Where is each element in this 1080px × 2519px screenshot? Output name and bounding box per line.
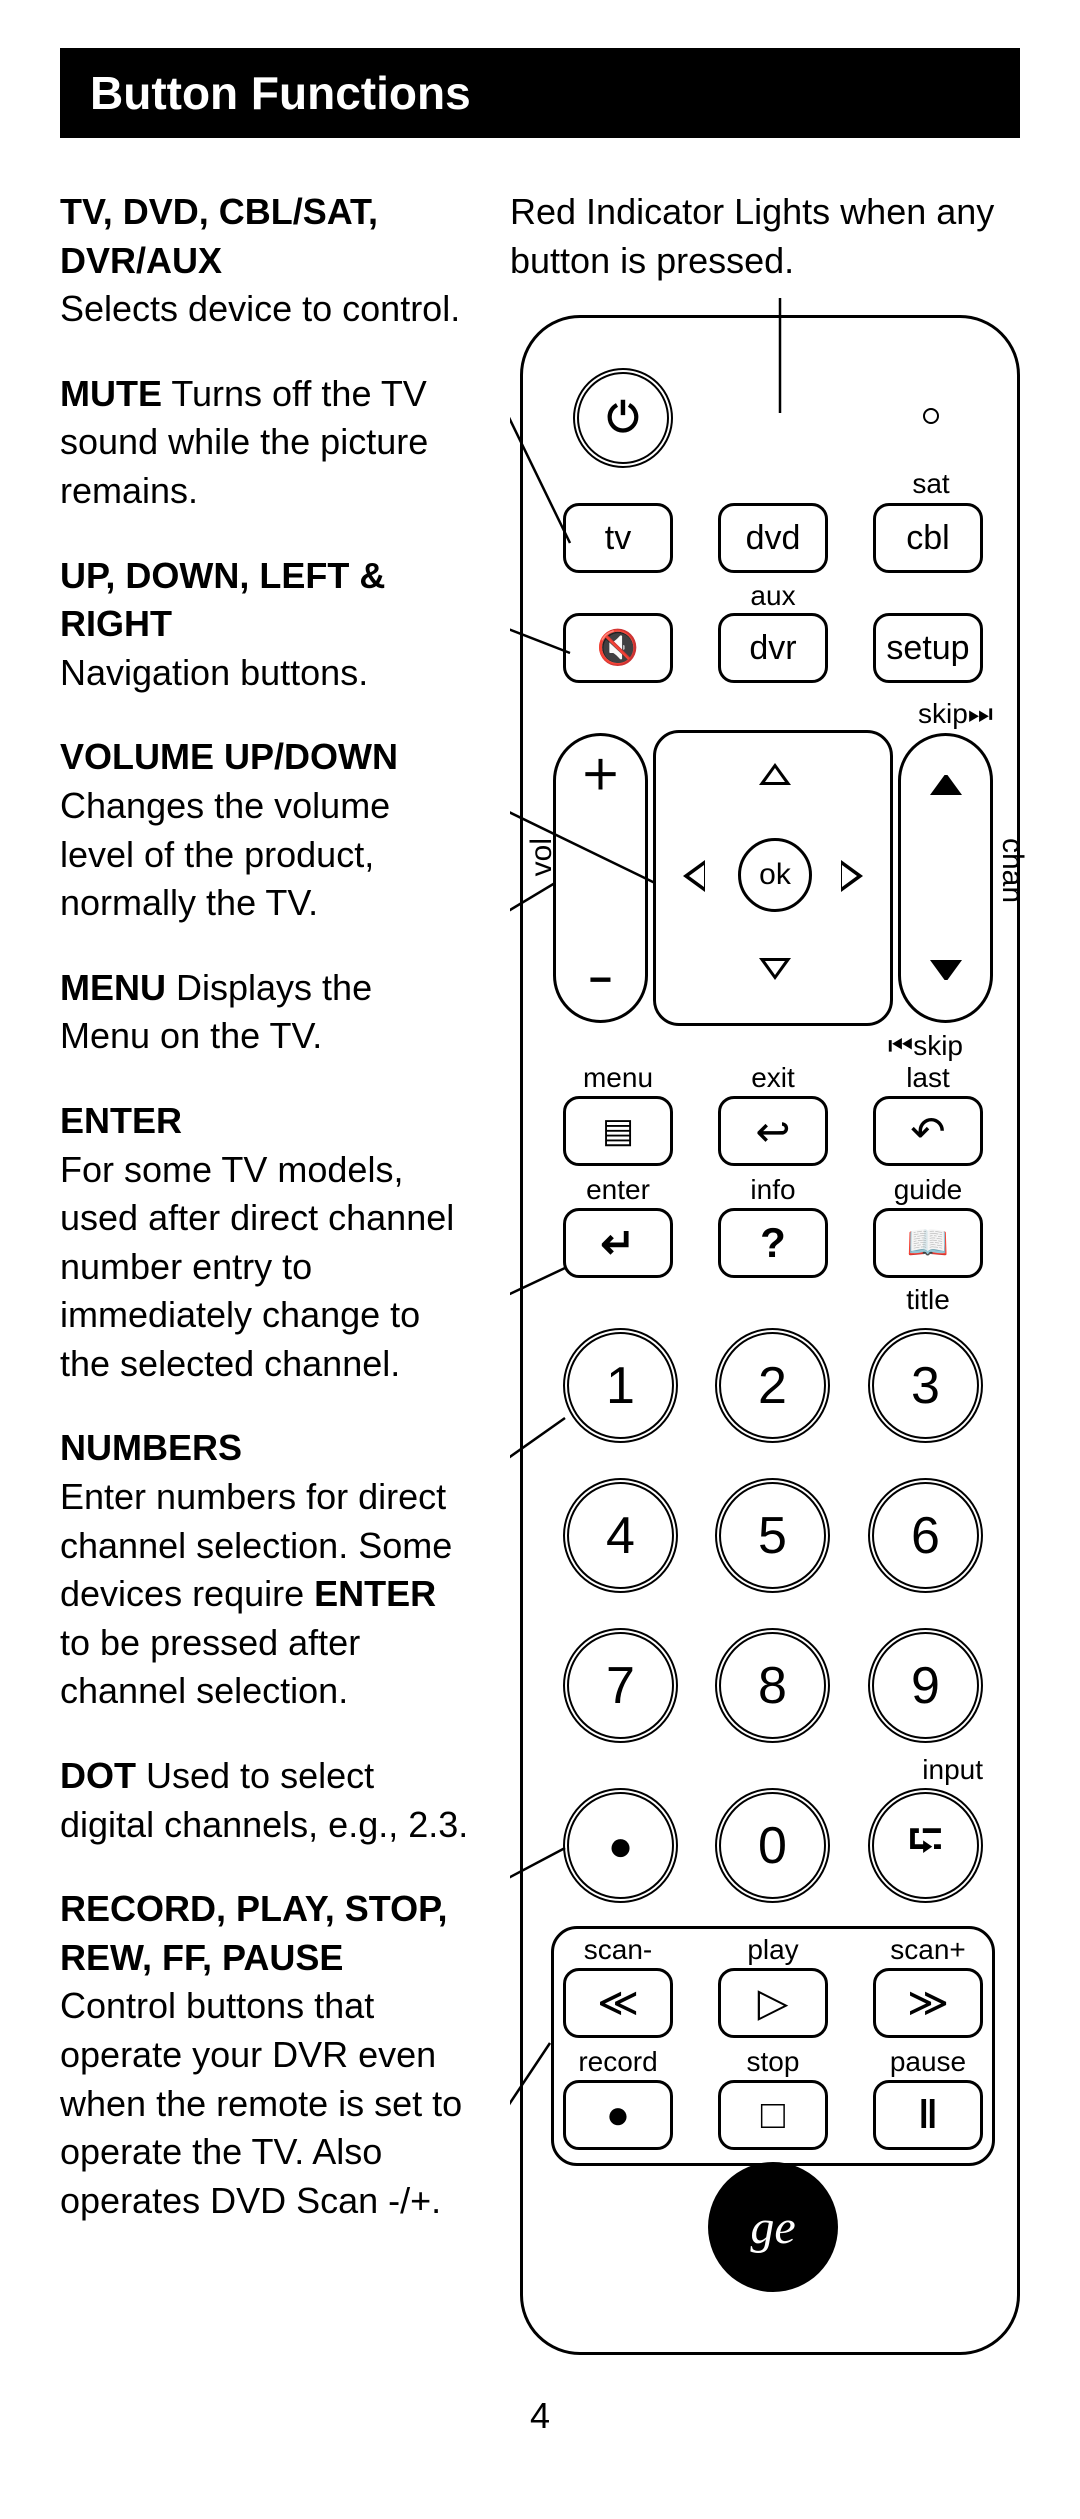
section-title: Button Functions	[60, 48, 1020, 138]
exit-button[interactable]: ↩	[718, 1096, 828, 1166]
dot-button[interactable]: ●	[563, 1788, 678, 1903]
num-7-button[interactable]: 7	[563, 1628, 678, 1743]
channel-up-icon	[930, 756, 962, 774]
dot-icon: ●	[608, 1822, 633, 1870]
last-button[interactable]: ↶	[873, 1096, 983, 1166]
label-skip-back: ⏮skip	[823, 1030, 963, 1063]
record-icon: ●	[606, 2093, 630, 2138]
nav-down-button[interactable]	[759, 958, 791, 980]
page-number: 4	[60, 2395, 1020, 2437]
fast-forward-button[interactable]: ≫	[873, 1968, 983, 2038]
enter-icon: ↵	[600, 1219, 635, 1268]
power-icon: ⏻	[607, 398, 639, 438]
enter-button[interactable]: ↵	[563, 1208, 673, 1278]
label-menu: menu	[563, 1062, 673, 1094]
mute-button[interactable]: 🔇	[563, 613, 673, 683]
label-exit: exit	[718, 1062, 828, 1094]
label-title: title	[873, 1284, 983, 1316]
desc-volume: VOLUME UP/DOWNChanges the volume level o…	[60, 733, 470, 927]
num-8-button[interactable]: 8	[715, 1628, 830, 1743]
descriptions-column: TV, DVD, CBL/SAT, DVR/AUXSelects device …	[60, 188, 470, 2355]
undo-icon: ↶	[910, 1107, 945, 1156]
guide-button[interactable]: 📖	[873, 1208, 983, 1278]
label-scan-minus: scan-	[563, 1934, 673, 1966]
diagram-column: Red Indicator Lights when any button is …	[510, 188, 1020, 2355]
fast-forward-icon: ≫	[907, 1980, 949, 2026]
menu-button[interactable]: ▤	[563, 1096, 673, 1166]
num-0-button[interactable]: 0	[715, 1788, 830, 1903]
power-button[interactable]: ⏻	[573, 368, 673, 468]
label-stop: stop	[718, 2046, 828, 2078]
desc-nav: UP, DOWN, LEFT & RIGHTNavigation buttons…	[60, 552, 470, 698]
label-aux: aux	[723, 580, 823, 612]
content-columns: TV, DVD, CBL/SAT, DVR/AUXSelects device …	[60, 188, 1020, 2355]
stop-icon: □	[761, 2093, 785, 2138]
play-icon: ▷	[758, 1980, 789, 2026]
desc-numbers: NUMBERSEnter numbers for direct channel …	[60, 1424, 470, 1716]
desc-enter: ENTERFor some TV models, used after dire…	[60, 1097, 470, 1389]
channel-rocker[interactable]	[898, 733, 993, 1023]
remote-diagram: ⏻ sat tv dvd cbl aux 🔇 dvr setup skip⏭ ＋…	[520, 315, 1020, 2355]
record-button[interactable]: ●	[563, 2080, 673, 2150]
ok-button[interactable]: ok	[738, 838, 812, 912]
manual-page: Button Functions TV, DVD, CBL/SAT, DVR/A…	[0, 0, 1080, 2497]
label-skip-fwd: skip⏭	[853, 698, 993, 731]
num-4-button[interactable]: 4	[563, 1478, 678, 1593]
dvr-aux-button[interactable]: dvr	[718, 613, 828, 683]
num-5-button[interactable]: 5	[715, 1478, 830, 1593]
pause-button[interactable]: ‖	[873, 2080, 983, 2150]
cbl-sat-button[interactable]: cbl	[873, 503, 983, 573]
label-sat: sat	[881, 468, 981, 500]
desc-device: TV, DVD, CBL/SAT, DVR/AUXSelects device …	[60, 188, 470, 334]
play-button[interactable]: ▷	[718, 1968, 828, 2038]
num-9-button[interactable]: 9	[868, 1628, 983, 1743]
desc-dot: DOT Used to select digital channels, e.g…	[60, 1752, 470, 1849]
label-chan: chan	[995, 838, 1029, 903]
input-icon: ⮓	[908, 1807, 944, 1885]
volume-rocker[interactable]: ＋ −	[553, 733, 648, 1023]
mute-icon: 🔇	[597, 628, 639, 668]
num-6-button[interactable]: 6	[868, 1478, 983, 1593]
label-input: input	[873, 1754, 983, 1786]
desc-transport: RECORD, PLAY, STOP, REW, FF, PAUSEContro…	[60, 1885, 470, 2225]
desc-menu: MENU Displays the Menu on the TV.	[60, 964, 470, 1061]
stop-button[interactable]: □	[718, 2080, 828, 2150]
setup-button[interactable]: setup	[873, 613, 983, 683]
volume-down-icon: −	[589, 960, 612, 1000]
rewind-button[interactable]: ≪	[563, 1968, 673, 2038]
label-last: last	[873, 1062, 983, 1094]
label-scan-plus: scan+	[873, 1934, 983, 1966]
indicator-led	[923, 408, 939, 424]
pause-icon: ‖	[918, 2093, 938, 2138]
label-info: info	[718, 1174, 828, 1206]
question-mark-icon: ?	[760, 1219, 786, 1267]
num-3-button[interactable]: 3	[868, 1328, 983, 1443]
menu-icon: ▤	[602, 1111, 634, 1151]
input-button[interactable]: ⮓	[868, 1788, 983, 1903]
desc-mute: MUTE Turns off the TV sound while the pi…	[60, 370, 470, 516]
label-play: play	[718, 1934, 828, 1966]
label-guide: guide	[873, 1174, 983, 1206]
rewind-icon: ≪	[597, 1980, 639, 2026]
num-2-button[interactable]: 2	[715, 1328, 830, 1443]
tv-button[interactable]: tv	[563, 503, 673, 573]
ge-logo: ge	[708, 2162, 838, 2292]
channel-down-icon	[930, 982, 962, 1000]
label-record: record	[563, 2046, 673, 2078]
label-enter: enter	[563, 1174, 673, 1206]
num-1-button[interactable]: 1	[563, 1328, 678, 1443]
indicator-note: Red Indicator Lights when any button is …	[510, 188, 1020, 285]
label-pause: pause	[873, 2046, 983, 2078]
book-icon: 📖	[907, 1223, 949, 1263]
back-icon: ↩	[755, 1107, 790, 1156]
label-vol: vol	[525, 838, 559, 876]
dvd-button[interactable]: dvd	[718, 503, 828, 573]
info-button[interactable]: ?	[718, 1208, 828, 1278]
nav-up-button[interactable]	[759, 763, 791, 785]
volume-up-icon: ＋	[581, 756, 621, 796]
